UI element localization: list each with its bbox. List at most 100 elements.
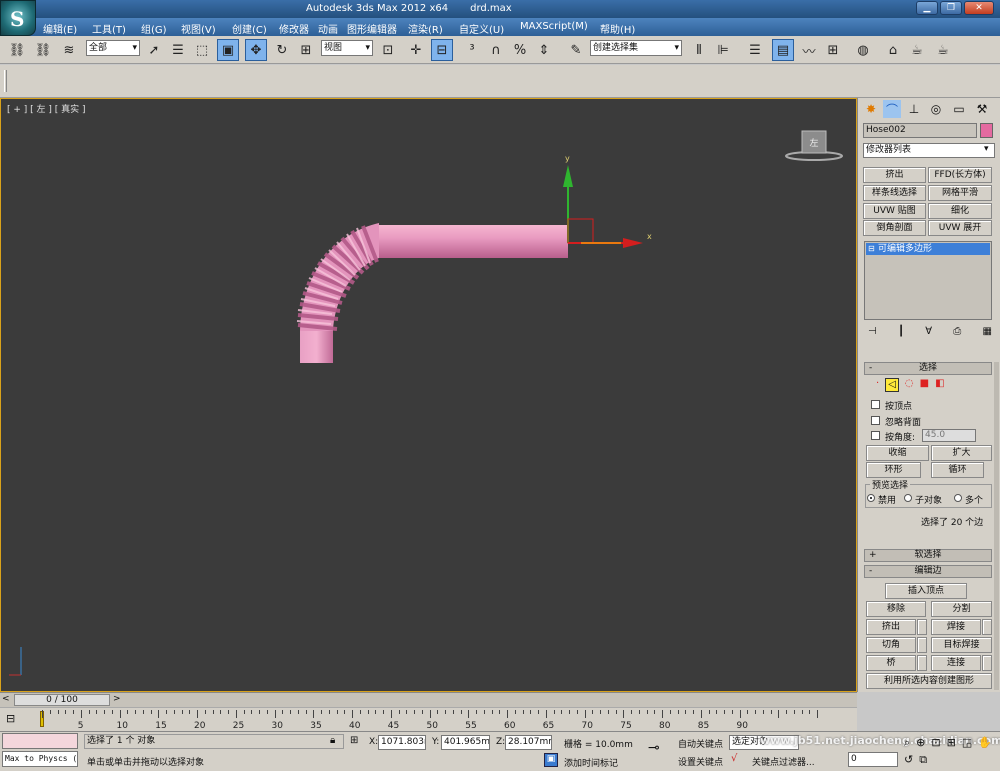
rectangular-selection-icon[interactable]: ⬚ <box>191 39 213 61</box>
spinner-snap-icon[interactable]: ⇕ <box>533 39 555 61</box>
window-crossing-icon[interactable]: ▣ <box>217 39 239 61</box>
material-editor-icon[interactable]: ◍ <box>852 39 874 61</box>
element-level-icon[interactable]: ◧ <box>935 378 944 392</box>
rollout-soft-selection-header[interactable]: + 软选择 <box>864 549 992 562</box>
set-key-button[interactable]: 设置关键点 <box>678 755 723 768</box>
left-viewport[interactable]: [ + ] [ 左 ] [ 真实 ] x y 左 <box>0 98 857 692</box>
target-weld-button[interactable]: 目标焊接 <box>931 637 992 653</box>
polygon-level-icon[interactable]: ■ <box>920 378 929 392</box>
object-color-swatch[interactable] <box>980 123 993 138</box>
maximize-viewport-icon[interactable]: ⧉ <box>919 753 927 768</box>
shrink-button[interactable]: 收缩 <box>866 445 929 461</box>
pivot-center-icon[interactable]: ⊡ <box>377 39 399 61</box>
show-end-result-icon[interactable]: ┃ <box>898 326 904 340</box>
unlink-icon[interactable]: ⛓ <box>32 39 54 61</box>
pin-stack-icon[interactable]: ⊣ <box>868 326 877 340</box>
modifier-button-uvw-map[interactable]: UVW 贴图 <box>863 203 926 219</box>
select-and-scale-icon[interactable]: ⊞ <box>295 39 317 61</box>
absolute-mode-icon[interactable]: ⊞ <box>350 735 358 746</box>
ignore-backfacing-checkbox[interactable] <box>871 416 880 425</box>
mini-curve-editor-icon[interactable]: ⊟ <box>6 712 15 725</box>
percent-snap-icon[interactable]: % <box>509 39 531 61</box>
bridge-button[interactable]: 桥 <box>866 655 916 671</box>
loop-button[interactable]: 循环 <box>931 462 984 478</box>
time-next-icon[interactable]: > <box>113 694 121 704</box>
key-icon[interactable]: ⊸ <box>648 740 660 756</box>
motion-tab-icon[interactable]: ◎ <box>927 100 945 118</box>
configure-sets-icon[interactable]: ▦ <box>983 326 992 340</box>
chamfer-button[interactable]: 切角 <box>866 637 916 653</box>
utilities-tab-icon[interactable]: ⚒ <box>973 100 991 118</box>
key-mode-icon[interactable]: √ <box>731 753 737 764</box>
curve-editor-icon[interactable]: 〰 <box>798 39 820 61</box>
preview-disabled-radio[interactable] <box>867 494 875 502</box>
zoom-extents-all-icon[interactable]: ⊞ <box>947 736 956 751</box>
preview-subobject-radio[interactable] <box>904 494 912 502</box>
modifier-button-meshsmooth[interactable]: 网格平滑 <box>928 185 992 201</box>
select-and-move-icon[interactable]: ✥ <box>245 39 267 61</box>
hose-object[interactable] <box>296 223 568 363</box>
menu-modifiers[interactable]: 修改器 <box>279 21 309 36</box>
modifier-button-unwrap-uvw[interactable]: UVW 展开 <box>928 220 992 236</box>
connect-button[interactable]: 连接 <box>931 655 981 671</box>
auto-key-button[interactable]: 自动关键点 <box>678 737 723 750</box>
orbit-icon[interactable]: ↺ <box>904 753 913 768</box>
menu-views[interactable]: 视图(V) <box>181 21 216 36</box>
menu-create[interactable]: 创建(C) <box>232 21 267 36</box>
field-of-view-icon[interactable]: ◲ <box>962 736 972 751</box>
preview-multi-radio[interactable] <box>954 494 962 502</box>
remove-button[interactable]: 移除 <box>866 601 926 617</box>
lock-icon[interactable]: 🔒︎ <box>330 735 335 746</box>
weld-settings-button[interactable] <box>982 619 992 635</box>
select-manipulate-icon[interactable]: ✛ <box>405 39 427 61</box>
connect-settings-button[interactable] <box>982 655 992 671</box>
by-angle-checkbox[interactable] <box>871 431 880 440</box>
add-time-tag-button[interactable]: 添加时间标记 <box>564 756 618 769</box>
menu-group[interactable]: 组(G) <box>141 21 167 36</box>
named-selection-dropdown[interactable]: 创建选择集 <box>590 40 682 56</box>
command-panel-scrollbar[interactable] <box>994 362 999 690</box>
create-shape-button[interactable]: 利用所选内容创建图形 <box>866 673 992 689</box>
time-slider-thumb[interactable]: 0 / 100 <box>14 694 110 706</box>
time-prev-icon[interactable]: < <box>2 694 10 704</box>
align-icon[interactable]: ⊫ <box>712 39 734 61</box>
keyboard-shortcut-override-icon[interactable]: ⊟ <box>431 39 453 61</box>
modifier-button-spline-select[interactable]: 样条线选择 <box>863 185 926 201</box>
rendered-frame-icon[interactable]: ☕ <box>906 39 928 61</box>
y-coordinate-field[interactable]: 401.965m <box>441 735 490 750</box>
rollout-edit-edges-header[interactable]: - 编辑边 <box>864 565 992 578</box>
x-coordinate-field[interactable]: 1071.803m <box>378 735 426 750</box>
grow-button[interactable]: 扩大 <box>931 445 992 461</box>
layer-manager-icon[interactable]: ☰ <box>744 39 766 61</box>
create-tab-icon[interactable]: ✸ <box>862 100 880 118</box>
select-object-icon[interactable]: ➚ <box>143 39 165 61</box>
modifier-list-dropdown[interactable]: 修改器列表 <box>863 143 995 158</box>
render-production-icon[interactable]: ☕ <box>932 39 954 61</box>
menu-help[interactable]: 帮助(H) <box>600 21 635 36</box>
menu-customize[interactable]: 自定义(U) <box>459 21 504 36</box>
insert-vertex-button[interactable]: 插入顶点 <box>885 583 967 599</box>
display-tab-icon[interactable]: ▭ <box>950 100 968 118</box>
viewcube[interactable]: 左 <box>785 130 843 161</box>
menu-rendering[interactable]: 渲染(R) <box>408 21 443 36</box>
extrude-button[interactable]: 挤出 <box>866 619 916 635</box>
maxscript-listener-top[interactable] <box>2 733 78 749</box>
bridge-settings-button[interactable] <box>917 655 927 671</box>
graphite-ribbon-icon[interactable]: ▤ <box>772 39 794 61</box>
chamfer-settings-button[interactable] <box>917 637 927 653</box>
extrude-settings-button[interactable] <box>917 619 927 635</box>
bind-space-warp-icon[interactable]: ≋ <box>58 39 80 61</box>
modifier-stack[interactable]: 可编辑多边形 ⊟ <box>864 241 992 320</box>
snaps-toggle-icon[interactable]: ³ <box>461 39 483 61</box>
maxscript-listener-field[interactable]: Max to Physcs ( <box>2 751 78 767</box>
select-by-name-icon[interactable]: ☰ <box>167 39 189 61</box>
track-bar[interactable]: ⊟ 5 10 15 20 25 30 35 40 45 50 55 60 65 70 75 80 85 90 <box>0 707 857 731</box>
border-level-icon[interactable]: ◌ <box>905 378 914 392</box>
stack-item-editable-poly[interactable]: 可编辑多边形 ⊟ <box>866 243 990 255</box>
hierarchy-tab-icon[interactable]: ⊥ <box>905 100 923 118</box>
modifier-button-extrude[interactable]: 挤出 <box>863 167 926 183</box>
angle-value-field[interactable]: 45.0 <box>922 429 976 442</box>
time-tag-icon[interactable]: ▣ <box>544 753 558 767</box>
modify-tab-icon[interactable]: ⌒ <box>883 100 901 118</box>
selection-filter-dropdown[interactable]: 全部 <box>86 40 140 56</box>
